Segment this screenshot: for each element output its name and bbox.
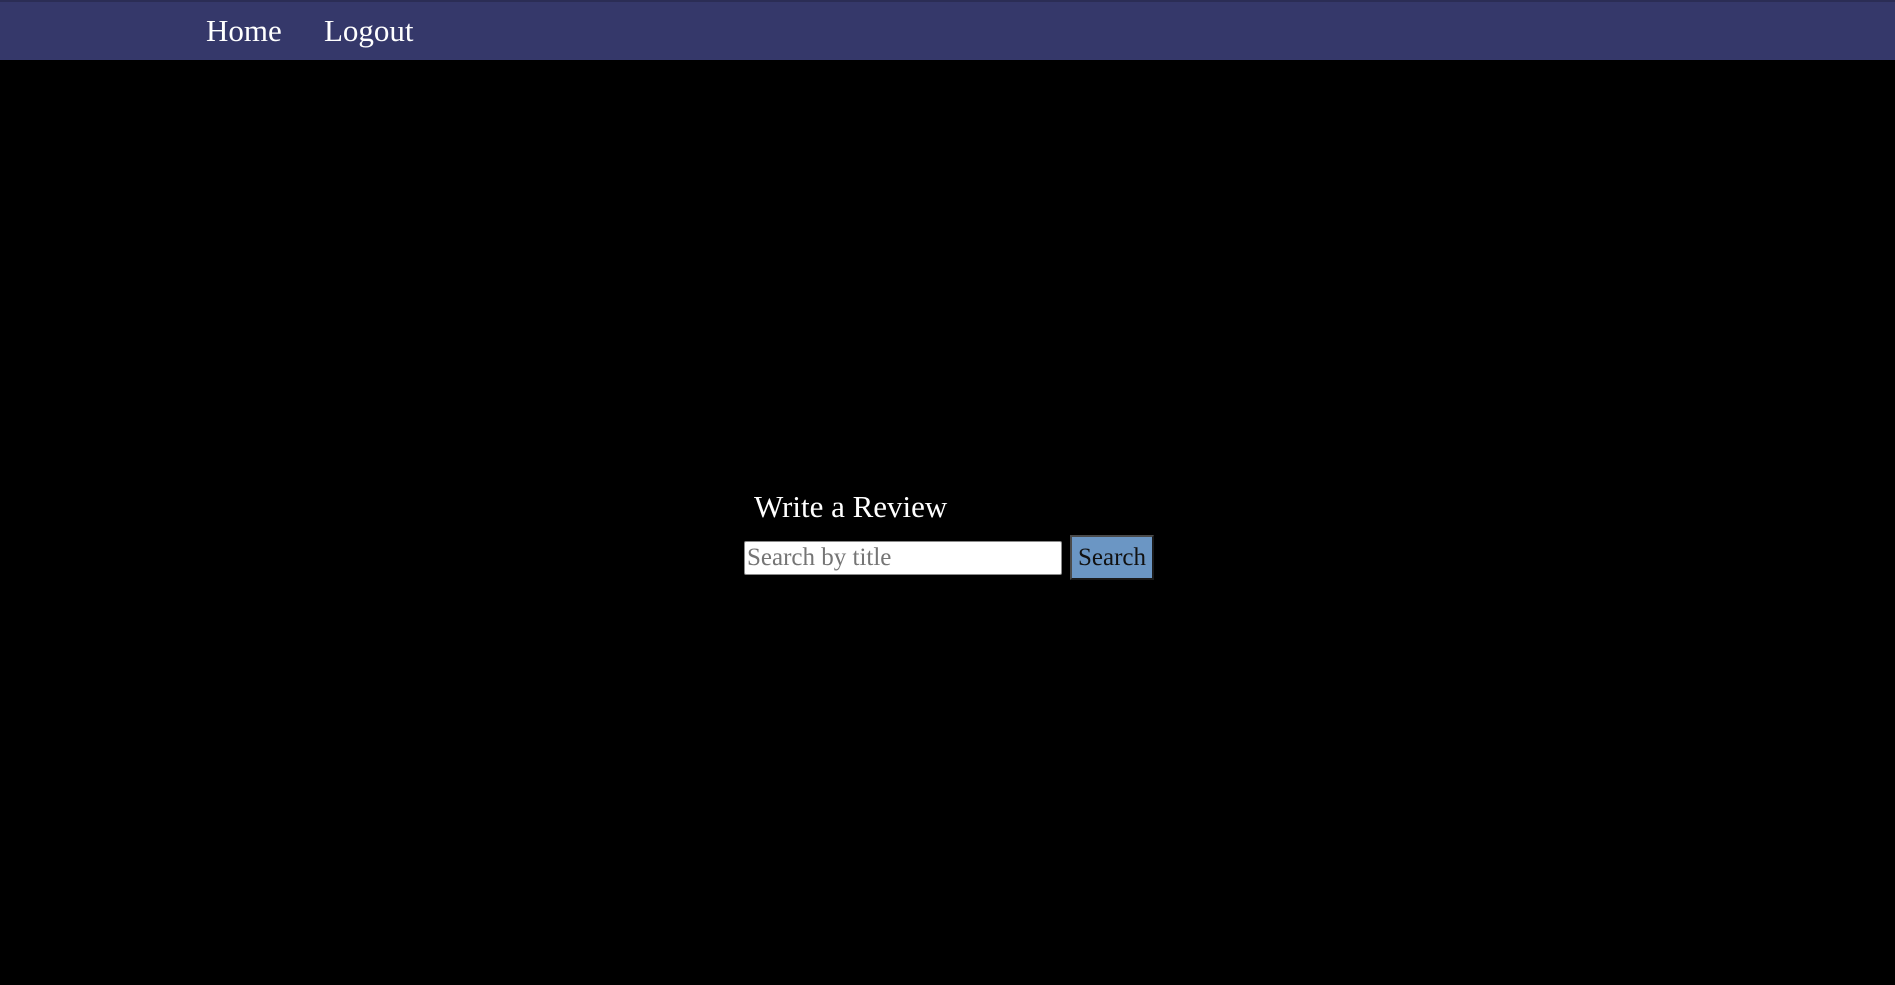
search-button[interactable]: Search <box>1070 535 1154 580</box>
top-navbar: Home Logout <box>0 0 1895 60</box>
nav-logout-link[interactable]: Logout <box>324 13 414 49</box>
search-by-title-input[interactable] <box>744 541 1062 575</box>
nav-home-link[interactable]: Home <box>206 13 282 49</box>
write-review-heading: Write a Review <box>754 489 948 524</box>
